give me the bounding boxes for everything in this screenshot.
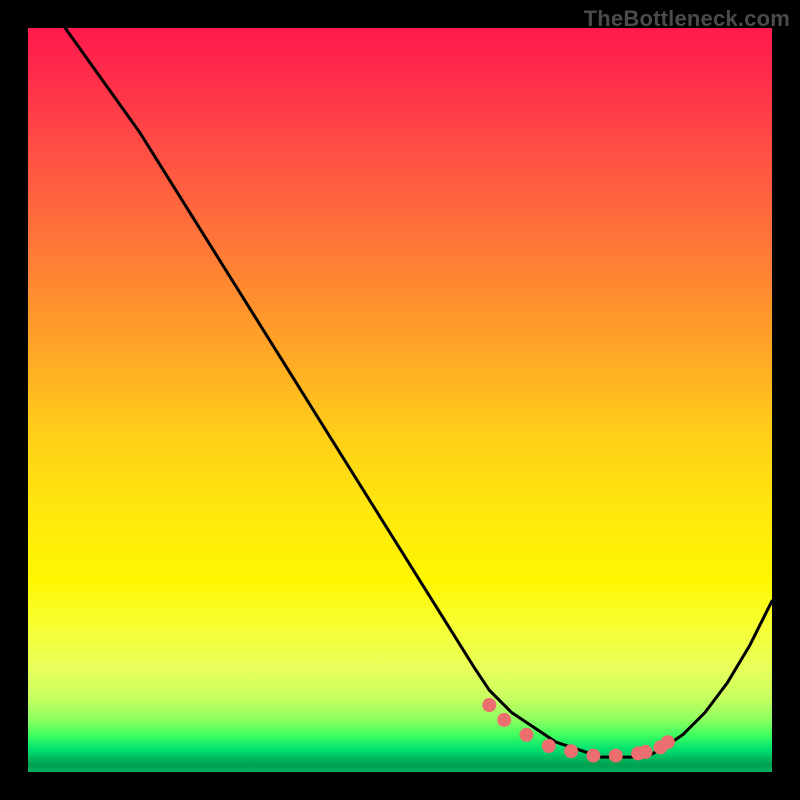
optimal-dot [609, 749, 623, 763]
optimal-range-dots [482, 698, 675, 763]
optimal-dot [542, 739, 556, 753]
optimal-dot [564, 744, 578, 758]
optimal-dot [639, 745, 653, 759]
chart-frame: TheBottleneck.com [0, 0, 800, 800]
optimal-dot [520, 728, 534, 742]
optimal-dot [661, 735, 675, 749]
bottleneck-curve [65, 28, 772, 757]
chart-svg [28, 28, 772, 772]
optimal-dot [482, 698, 496, 712]
plot-area [28, 28, 772, 772]
optimal-dot [586, 749, 600, 763]
optimal-dot [497, 713, 511, 727]
